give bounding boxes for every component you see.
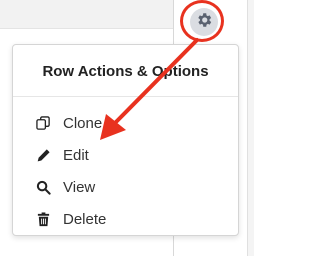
trash-icon: [35, 211, 51, 227]
menu-divider: [13, 96, 238, 97]
menu-item-view[interactable]: View: [35, 171, 106, 203]
menu-item-clone[interactable]: Clone: [35, 107, 106, 139]
row-actions-menu: Row Actions & Options Clone Edit View De…: [12, 44, 239, 236]
scrollbar-track[interactable]: [247, 0, 254, 256]
menu-title: Row Actions & Options: [42, 63, 209, 80]
background-header-band: [0, 0, 178, 29]
clone-icon: [35, 115, 51, 131]
row-options-button[interactable]: [190, 8, 218, 36]
menu-item-edit[interactable]: Edit: [35, 139, 106, 171]
menu-item-label: View: [63, 178, 96, 196]
pencil-icon: [35, 147, 51, 163]
menu-item-delete[interactable]: Delete: [35, 203, 106, 235]
gear-icon: [195, 11, 213, 34]
menu-item-label: Clone: [63, 114, 103, 132]
menu-item-label: Delete: [63, 210, 107, 228]
menu-item-label: Edit: [63, 146, 89, 164]
search-icon: [35, 179, 51, 195]
menu-list: Clone Edit View Delete: [35, 107, 106, 235]
